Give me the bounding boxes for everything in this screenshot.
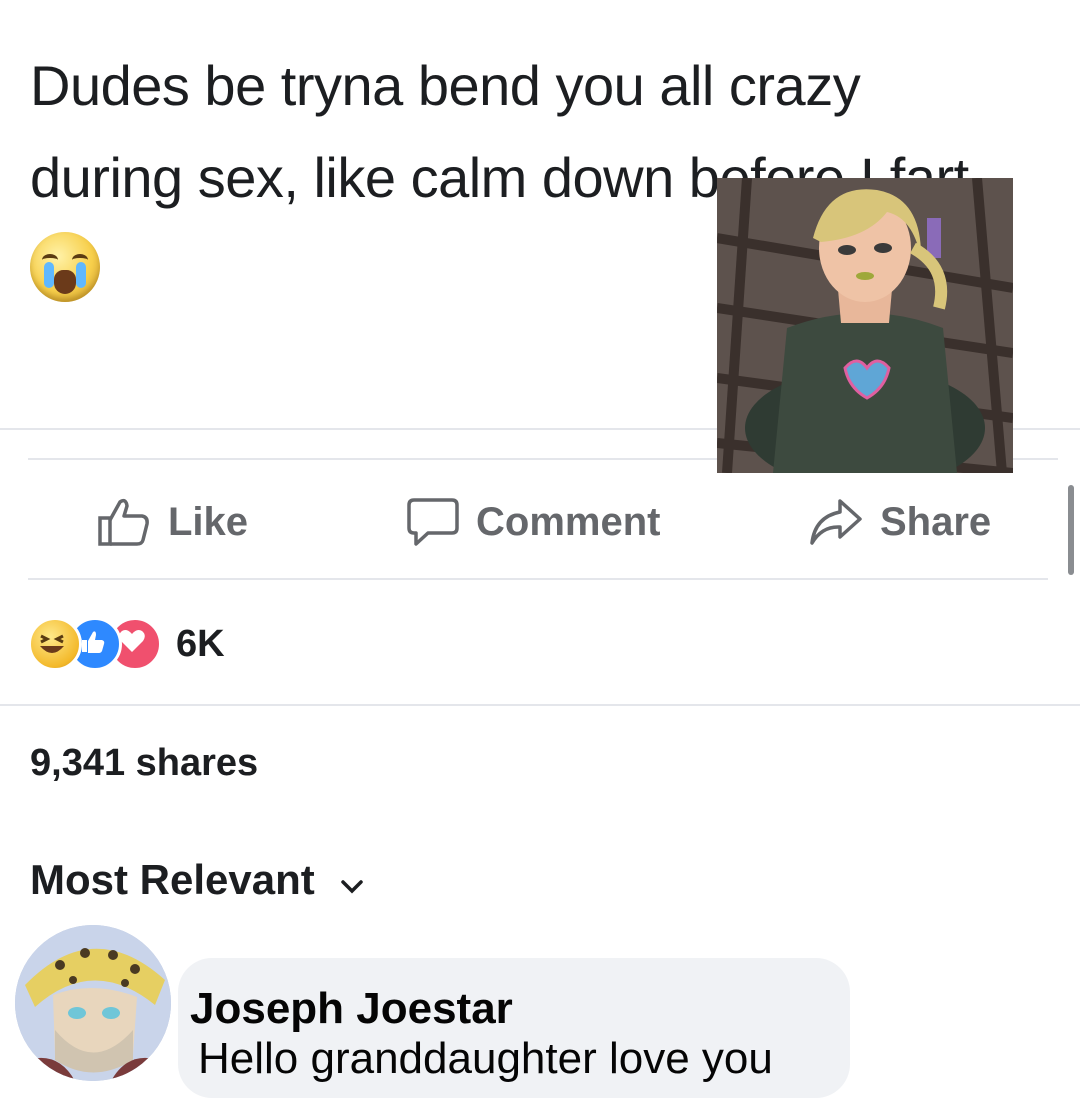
comment-sort-dropdown[interactable]: Most Relevant xyxy=(30,856,363,904)
avatar[interactable] xyxy=(15,925,171,1081)
sort-label: Most Relevant xyxy=(30,856,315,903)
haha-reaction-icon xyxy=(28,617,82,671)
speech-bubble-icon xyxy=(406,496,460,548)
comment-text: Hello granddaughter love you xyxy=(198,1034,773,1083)
share-arrow-icon xyxy=(808,497,864,547)
crying-face-emoji xyxy=(30,232,100,302)
post-text-line: Dudes be tryna bend you all crazy xyxy=(30,54,861,117)
share-label: Share xyxy=(880,499,992,544)
comment-label: Comment xyxy=(476,499,661,544)
action-bar: Like Comment Share xyxy=(0,490,1080,554)
divider xyxy=(28,578,1048,580)
anime-character-image xyxy=(717,178,1013,473)
comment-button[interactable]: Comment xyxy=(406,490,660,554)
divider xyxy=(0,704,1080,706)
chevron-down-icon xyxy=(340,856,363,904)
reaction-count: 6K xyxy=(176,622,225,665)
scrollbar[interactable] xyxy=(1068,485,1074,575)
thumbs-up-icon xyxy=(96,496,152,548)
like-button[interactable]: Like xyxy=(96,490,248,554)
like-label: Like xyxy=(168,499,249,544)
share-button[interactable]: Share xyxy=(808,490,991,554)
shares-count[interactable]: 9,341 shares xyxy=(30,742,258,785)
reactions-summary[interactable]: 6K xyxy=(28,617,225,671)
comment-author[interactable]: Joseph Joestar xyxy=(190,984,513,1034)
